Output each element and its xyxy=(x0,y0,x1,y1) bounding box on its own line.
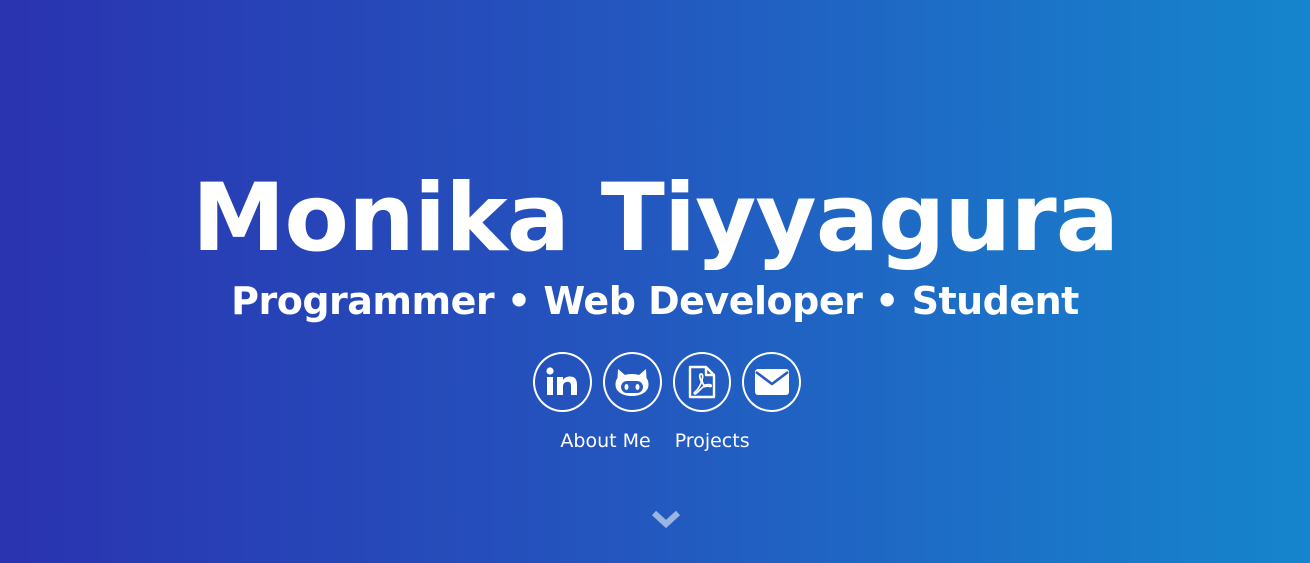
page-title: Monika Tiyyagura xyxy=(191,164,1119,273)
linkedin-icon xyxy=(546,367,578,395)
projects-link[interactable]: Projects xyxy=(675,428,750,454)
email-button[interactable] xyxy=(742,352,801,412)
chevron-down-icon[interactable] xyxy=(651,508,681,530)
hero-section: Monika Tiyyagura Programmer • Web Develo… xyxy=(0,0,1310,563)
about-me-link[interactable]: About Me xyxy=(560,428,650,454)
hero-nav: About Me Projects xyxy=(0,428,1310,454)
linkedin-button[interactable] xyxy=(533,352,592,412)
tagline: Programmer • Web Developer • Student xyxy=(231,279,1079,323)
email-icon xyxy=(754,369,789,395)
resume-button[interactable] xyxy=(672,352,732,412)
pdf-resume-icon xyxy=(688,365,716,399)
social-links xyxy=(533,352,801,412)
github-button[interactable] xyxy=(602,352,662,412)
github-icon xyxy=(615,369,649,396)
